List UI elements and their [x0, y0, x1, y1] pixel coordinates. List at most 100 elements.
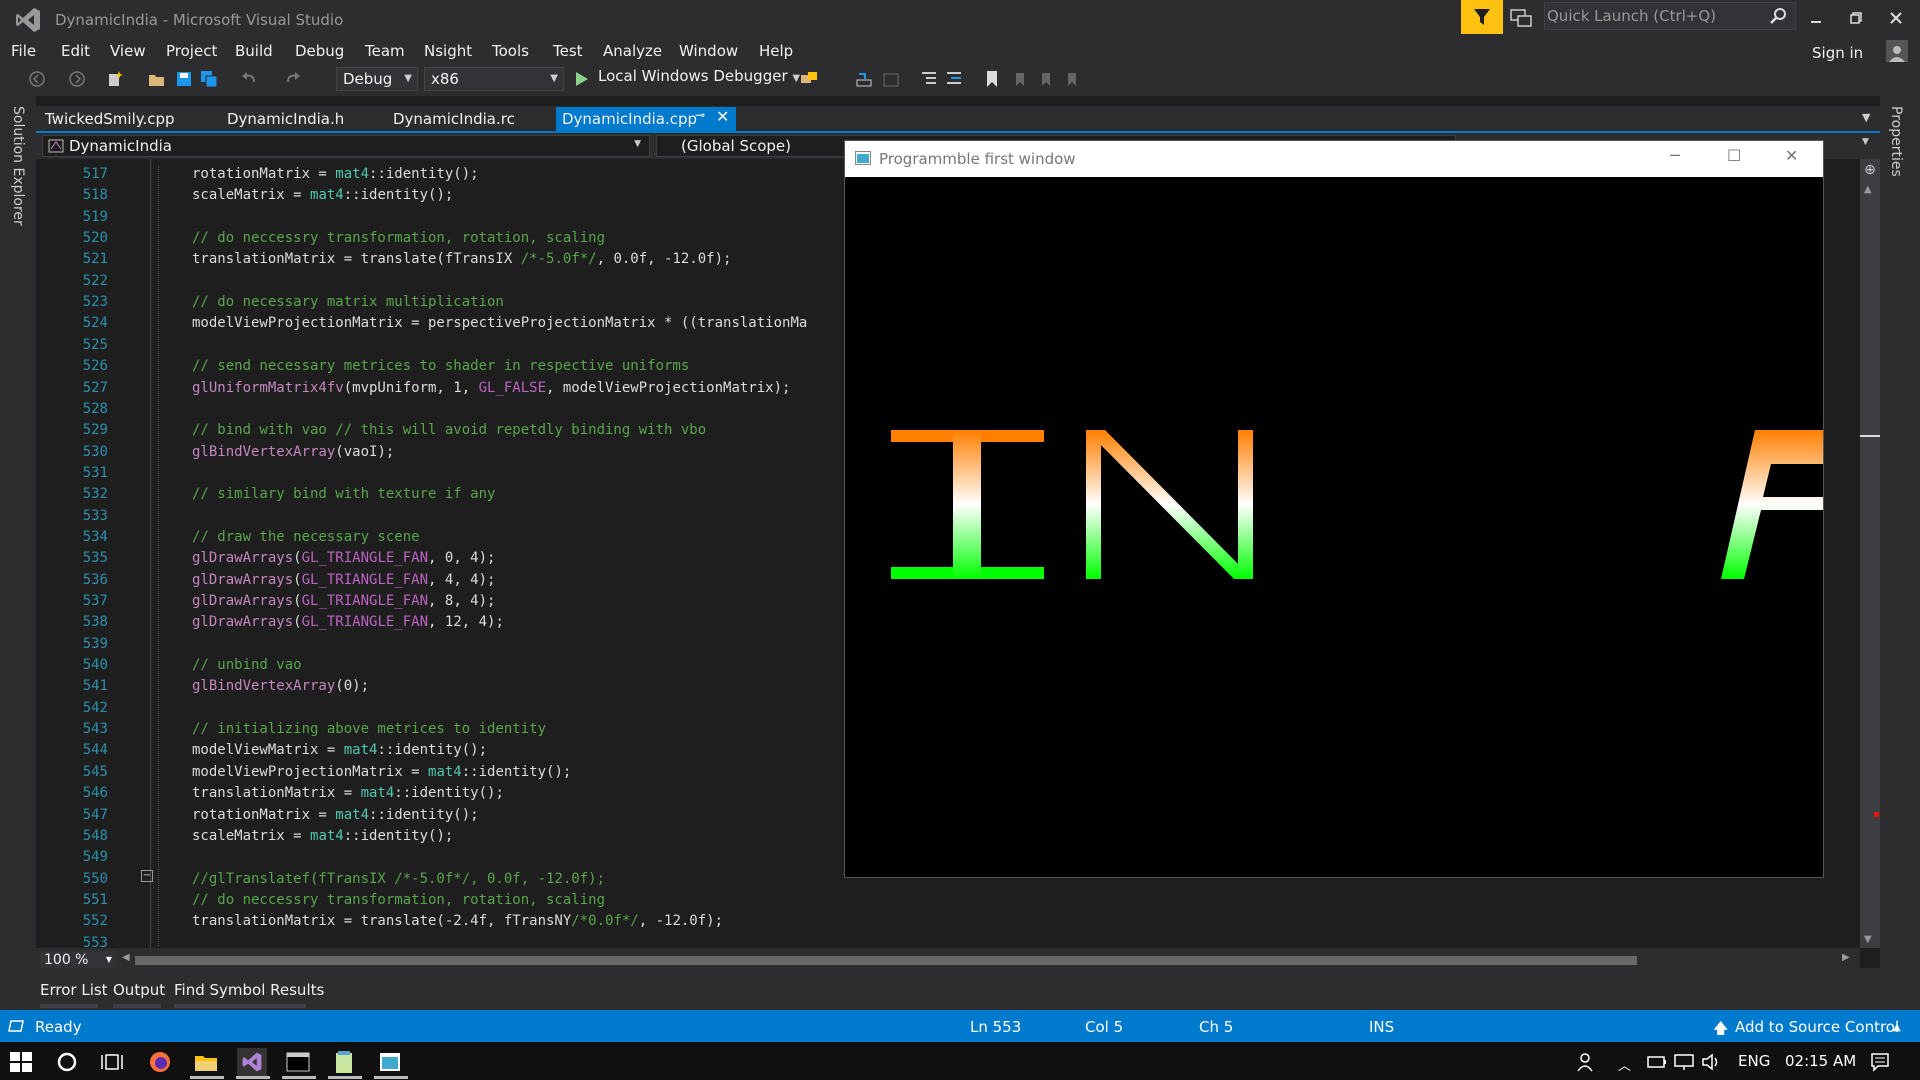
menu-nsight[interactable]: Nsight [424, 42, 472, 60]
people-icon[interactable] [1576, 1052, 1598, 1072]
menu-help[interactable]: Help [759, 42, 793, 60]
code-line[interactable]: // do neccessry transformation, rotation… [192, 230, 605, 246]
gl-minimize-icon[interactable]: ─ [1670, 146, 1680, 165]
menu-view[interactable]: View [110, 42, 146, 60]
code-line[interactable]: // do neccessry transformation, rotation… [192, 892, 605, 908]
clear-bookmarks-icon[interactable] [1062, 70, 1080, 88]
menu-window[interactable]: Window [679, 42, 738, 60]
code-line[interactable]: // similary bind with texture if any [192, 486, 495, 502]
upload-icon[interactable]: 🡅 [1713, 1018, 1728, 1043]
tab-dynamicindia-h[interactable]: DynamicIndia.h [219, 107, 352, 131]
solution-explorer-tab[interactable]: Solution Explorer [10, 106, 26, 226]
tab-close-icon[interactable]: ✕ [716, 107, 729, 126]
bookmark-icon[interactable] [983, 70, 1001, 88]
save-all-icon[interactable] [200, 70, 218, 88]
code-line[interactable]: // unbind vao [192, 657, 302, 673]
scroll-up-icon[interactable]: ▲ [1864, 184, 1872, 195]
code-line[interactable]: modelViewProjectionMatrix = mat4::identi… [192, 764, 571, 780]
project-dropdown[interactable]: DynamicIndia ▼ [42, 135, 650, 157]
show-hidden-icons-icon[interactable]: ︿ [1618, 1055, 1631, 1074]
code-line[interactable]: translationMatrix = mat4::identity(); [192, 785, 504, 801]
clock[interactable]: 02:15 AM [1785, 1052, 1856, 1070]
status-insert-mode[interactable]: INS [1369, 1018, 1394, 1036]
comment-lines-icon[interactable] [920, 70, 938, 88]
menu-tools[interactable]: Tools [492, 42, 529, 60]
code-line[interactable]: // initializing above metrices to identi… [192, 721, 546, 737]
navigate-back-icon[interactable] [28, 70, 46, 88]
start-debugger-button[interactable]: Local Windows Debugger ▼ [598, 67, 800, 85]
menu-project[interactable]: Project [166, 42, 217, 60]
code-line[interactable]: translationMatrix = translate(fTransIX /… [192, 251, 731, 267]
navigate-forward-icon[interactable] [68, 70, 86, 88]
notepad-icon[interactable] [329, 1048, 359, 1076]
firefox-icon[interactable] [145, 1048, 175, 1076]
menu-debug[interactable]: Debug [295, 42, 344, 60]
gl-close-icon[interactable]: ✕ [1785, 146, 1798, 165]
open-file-icon[interactable] [148, 70, 166, 88]
uncomment-lines-icon[interactable] [945, 70, 963, 88]
tab-dynamicindia-rc[interactable]: DynamicIndia.rc [385, 107, 523, 131]
tab-dynamicindia-cpp[interactable]: DynamicIndia.cpp [554, 107, 705, 131]
save-icon[interactable] [175, 70, 193, 88]
code-line[interactable]: //glTranslatef(fTransIX /*-5.0f*/, 0.0f,… [192, 871, 605, 887]
windows-start-icon[interactable] [10, 1052, 32, 1072]
volume-icon[interactable] [1701, 1053, 1723, 1071]
task-view-icon[interactable] [100, 1052, 124, 1072]
restore-button[interactable] [1836, 2, 1876, 34]
code-line[interactable]: modelViewProjectionMatrix = perspectiveP… [192, 315, 807, 331]
code-line[interactable]: glDrawArrays(GL_TRIANGLE_FAN, 8, 4); [192, 593, 495, 609]
code-line[interactable]: glBindVertexArray(vaoI); [192, 444, 394, 460]
add-to-source-control-button[interactable]: Add to Source Control [1735, 1018, 1899, 1036]
command-prompt-icon[interactable] [283, 1048, 313, 1076]
status-char[interactable]: Ch 5 [1199, 1018, 1233, 1036]
opengl-app-icon[interactable] [375, 1048, 405, 1076]
minimize-button[interactable] [1796, 2, 1836, 34]
file-explorer-icon[interactable] [191, 1048, 221, 1076]
tab-overflow-chevron-icon[interactable]: ▼ [1862, 111, 1870, 124]
tab-find-symbol-results[interactable]: Find Symbol Results [174, 981, 324, 999]
properties-tab[interactable]: Properties [1888, 106, 1904, 177]
code-line[interactable]: modelViewMatrix = mat4::identity(); [192, 742, 487, 758]
cortana-search-icon[interactable] [56, 1051, 78, 1073]
vertical-scrollbar[interactable] [1860, 159, 1880, 948]
feedback-icon[interactable] [1509, 8, 1533, 28]
code-line[interactable]: scaleMatrix = mat4::identity(); [192, 828, 453, 844]
scroll-left-icon[interactable]: ◀ [122, 952, 130, 963]
status-line[interactable]: Ln 553 [970, 1018, 1021, 1036]
visual-studio-taskbar-icon[interactable] [237, 1048, 267, 1076]
zoom-select[interactable]: 100 % ▼ [40, 951, 116, 969]
code-line[interactable]: translationMatrix = translate(-2.4f, fTr… [192, 913, 723, 929]
undo-icon[interactable] [240, 70, 258, 88]
start-debugging-icon[interactable] [575, 71, 589, 87]
network-icon[interactable] [1673, 1053, 1695, 1071]
next-bookmark-icon[interactable] [1036, 70, 1054, 88]
nsight-icon[interactable] [800, 70, 818, 88]
new-project-icon[interactable] [106, 70, 124, 88]
search-icon[interactable] [1768, 6, 1788, 26]
status-column[interactable]: Col 5 [1085, 1018, 1123, 1036]
action-center-icon[interactable] [1870, 1052, 1890, 1072]
code-line[interactable]: glUniformMatrix4fv(mvpUniform, 1, GL_FAL… [192, 380, 790, 396]
menu-file[interactable]: File [11, 42, 36, 60]
sign-in-link[interactable]: Sign in [1812, 44, 1863, 62]
code-line[interactable]: // send necessary metrices to shader in … [192, 358, 689, 374]
code-line[interactable]: glDrawArrays(GL_TRIANGLE_FAN, 0, 4); [192, 550, 495, 566]
code-line[interactable]: glBindVertexArray(0); [192, 678, 369, 694]
scroll-right-icon[interactable]: ▶ [1842, 952, 1850, 963]
code-line[interactable]: // bind with vao // this will avoid repe… [192, 422, 706, 438]
account-icon[interactable] [1886, 40, 1908, 62]
code-line[interactable]: glDrawArrays(GL_TRIANGLE_FAN, 12, 4); [192, 614, 504, 630]
notification-filter-button[interactable] [1461, 0, 1503, 34]
code-line[interactable]: // draw the necessary scene [192, 529, 420, 545]
tab-twickedsmily-cpp[interactable]: TwickedSmily.cpp [37, 107, 183, 131]
code-line[interactable]: rotationMatrix = mat4::identity(); [192, 166, 479, 182]
quick-launch-input[interactable]: Quick Launch (Ctrl+Q) [1547, 7, 1716, 25]
close-button[interactable] [1876, 2, 1916, 34]
pin-icon[interactable]: ⊸ [695, 108, 705, 122]
chevron-down-icon[interactable]: ▼ [1862, 137, 1869, 147]
chevron-up-icon[interactable]: ▲ [1893, 1022, 1901, 1033]
menu-team[interactable]: Team [365, 42, 405, 60]
gl-maximize-icon[interactable]: ☐ [1727, 146, 1741, 165]
split-window-icon[interactable]: ⊕ [1862, 162, 1878, 178]
solution-configuration-select[interactable]: Debug ▼ [336, 67, 418, 91]
